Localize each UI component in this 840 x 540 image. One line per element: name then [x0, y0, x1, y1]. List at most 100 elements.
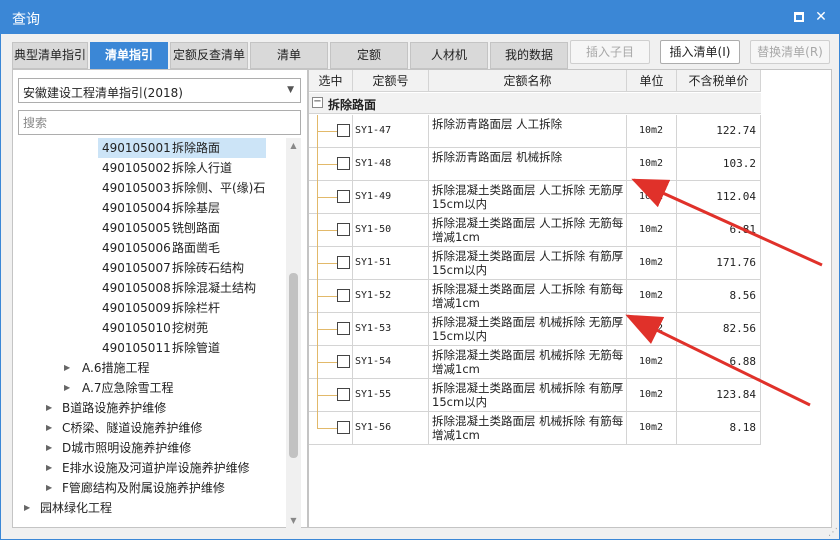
tree-item[interactable]: ▶ C桥梁、隧道设施养护维修	[18, 418, 286, 438]
header-price[interactable]: 不含税单价	[677, 70, 761, 92]
table-row[interactable]: SY1-55 拆除混凝土类路面层 机械拆除 有筋厚15cm以内 10m2 123.84	[309, 379, 761, 412]
search-input[interactable]	[18, 110, 301, 135]
price-cell: 82.56	[677, 313, 761, 345]
table-row[interactable]: SY1-47 拆除沥青路面层 人工拆除 10m2 122.74	[309, 115, 761, 148]
tree-item-label: 拆除侧、平(缘)石	[172, 181, 266, 195]
select-cell[interactable]	[309, 280, 353, 313]
row-checkbox[interactable]	[337, 256, 350, 269]
expand-icon[interactable]: ▶	[46, 418, 52, 438]
resize-grip-icon[interactable]: ⋰	[828, 527, 838, 538]
tab-list-guide[interactable]: 清单指引	[90, 42, 168, 69]
table-row[interactable]: SY1-53 拆除混凝土类路面层 机械拆除 无筋厚15cm以内 10m2 82.56	[309, 313, 761, 346]
row-checkbox[interactable]	[337, 322, 350, 335]
tree-item[interactable]: ▶ A.6措施工程	[18, 358, 286, 378]
maximize-button[interactable]	[790, 8, 808, 26]
tree-item-label: 园林绿化工程	[40, 501, 113, 515]
expand-icon[interactable]: ▶	[46, 398, 52, 418]
tree-item[interactable]: ▶ A.7应急除雪工程	[18, 378, 286, 398]
tree-item[interactable]: 490105006 路面凿毛	[18, 238, 286, 258]
tab-labor-materials-machines[interactable]: 人材机	[410, 42, 488, 69]
quota-name-cell: 拆除混凝土类路面层 机械拆除 有筋每增减1cm	[429, 412, 627, 444]
quota-code-cell: SY1-48	[353, 148, 429, 180]
price-cell: 123.84	[677, 379, 761, 411]
tree-item-label: 拆除管道	[172, 341, 221, 355]
row-checkbox[interactable]	[337, 289, 350, 302]
select-cell[interactable]	[309, 313, 353, 346]
quota-name-cell: 拆除混凝土类路面层 人工拆除 无筋每增减1cm	[429, 214, 627, 246]
select-cell[interactable]	[309, 247, 353, 280]
quota-code-cell: SY1-53	[353, 313, 429, 345]
quota-name-cell: 拆除混凝土类路面层 机械拆除 无筋每增减1cm	[429, 346, 627, 378]
table-row[interactable]: SY1-54 拆除混凝土类路面层 机械拆除 无筋每增减1cm 10m2 6.88	[309, 346, 761, 379]
select-cell[interactable]	[309, 379, 353, 412]
tab-list[interactable]: 清单	[250, 42, 328, 69]
tree-item[interactable]: ▶ B道路设施养护维修	[18, 398, 286, 418]
header-select[interactable]: 选中	[309, 70, 353, 92]
select-cell[interactable]	[309, 412, 353, 444]
expand-icon[interactable]: ▶	[64, 358, 70, 378]
select-cell[interactable]	[309, 214, 353, 247]
tree-item[interactable]: 490105003 拆除侧、平(缘)石	[18, 178, 286, 198]
tab-my-data[interactable]: 我的数据	[490, 42, 568, 69]
row-checkbox[interactable]	[337, 124, 350, 137]
tree-connector	[317, 395, 337, 396]
tree-item[interactable]: 490105009 拆除栏杆	[18, 298, 286, 318]
tab-quota-reverse-list[interactable]: 定额反查清单	[170, 42, 248, 69]
tab-quota[interactable]: 定额	[330, 42, 408, 69]
tree-item[interactable]: ▶ E排水设施及河道护岸设施养护维修	[18, 458, 286, 478]
row-checkbox[interactable]	[337, 355, 350, 368]
row-checkbox[interactable]	[337, 190, 350, 203]
expand-icon[interactable]: ▶	[64, 378, 70, 398]
tree-item[interactable]: ▶ 园林绿化工程	[18, 498, 286, 518]
tree-scrollbar[interactable]: ▲ ▼	[286, 138, 301, 528]
tree-item[interactable]: 490105004 拆除基层	[18, 198, 286, 218]
close-button[interactable]: ✕	[812, 8, 830, 26]
expand-icon[interactable]: ▶	[24, 498, 30, 518]
expand-icon[interactable]: ▶	[46, 458, 52, 478]
tree-item[interactable]: 490105011 拆除管道	[18, 338, 286, 358]
unit-cell: 10m2	[627, 115, 677, 147]
insert-sub-item-button[interactable]: 插入子目	[570, 40, 650, 64]
tree-connector	[317, 329, 337, 330]
select-cell[interactable]	[309, 115, 353, 148]
table-row[interactable]: SY1-52 拆除混凝土类路面层 人工拆除 有筋每增减1cm 10m2 8.56	[309, 280, 761, 313]
expand-icon[interactable]: ▶	[46, 478, 52, 498]
table-row[interactable]: SY1-56 拆除混凝土类路面层 机械拆除 有筋每增减1cm 10m2 8.18	[309, 412, 761, 445]
table-row[interactable]: SY1-48 拆除沥青路面层 机械拆除 10m2 103.2	[309, 148, 761, 181]
tree-item[interactable]: ▶ D城市照明设施养护维修	[18, 438, 286, 458]
table-row[interactable]: SY1-51 拆除混凝土类路面层 人工拆除 有筋厚15cm以内 10m2 171.76	[309, 247, 761, 280]
collapse-icon[interactable]: −	[312, 97, 323, 108]
select-cell[interactable]	[309, 346, 353, 379]
row-checkbox[interactable]	[337, 223, 350, 236]
guide-select[interactable]: 安徽建设工程清单指引(2018) ▼	[18, 78, 301, 103]
header-quota-name[interactable]: 定额名称	[429, 70, 627, 92]
group-row[interactable]: − 拆除路面	[309, 93, 761, 114]
tree-item[interactable]: 490105007 拆除砖石结构	[18, 258, 286, 278]
row-checkbox[interactable]	[337, 157, 350, 170]
quota-code-cell: SY1-56	[353, 412, 429, 444]
tree-item-label: 拆除栏杆	[172, 301, 221, 315]
insert-list-button[interactable]: 插入清单(I)	[660, 40, 740, 64]
header-unit[interactable]: 单位	[627, 70, 677, 92]
row-checkbox[interactable]	[337, 421, 350, 434]
table-row[interactable]: SY1-50 拆除混凝土类路面层 人工拆除 无筋每增减1cm 10m2 6.81	[309, 214, 761, 247]
tree-item[interactable]: 490105005 铣刨路面	[18, 218, 286, 238]
tree-item[interactable]: ▶ F管廊结构及附属设施养护维修	[18, 478, 286, 498]
tree-item[interactable]: 490105002 拆除人行道	[18, 158, 286, 178]
select-cell[interactable]	[309, 181, 353, 214]
row-checkbox[interactable]	[337, 388, 350, 401]
quota-name-cell: 拆除混凝土类路面层 人工拆除 有筋每增减1cm	[429, 280, 627, 312]
expand-icon[interactable]: ▶	[46, 438, 52, 458]
tree-item-label: B道路设施养护维修	[62, 401, 167, 415]
header-quota-code[interactable]: 定额号	[353, 70, 429, 92]
tree-item[interactable]: 490105010 挖树蔸	[18, 318, 286, 338]
scroll-down-icon[interactable]: ▼	[286, 513, 301, 528]
tab-typical-list-guide[interactable]: 典型清单指引	[12, 42, 88, 69]
scroll-thumb[interactable]	[289, 273, 298, 458]
table-row[interactable]: SY1-49 拆除混凝土类路面层 人工拆除 无筋厚15cm以内 10m2 112.04	[309, 181, 761, 214]
tree-item[interactable]: 490105001 拆除路面	[18, 138, 286, 158]
select-cell[interactable]	[309, 148, 353, 181]
tree-item[interactable]: 490105008 拆除混凝土结构	[18, 278, 286, 298]
scroll-up-icon[interactable]: ▲	[286, 138, 301, 153]
replace-list-button[interactable]: 替换清单(R)	[750, 40, 830, 64]
